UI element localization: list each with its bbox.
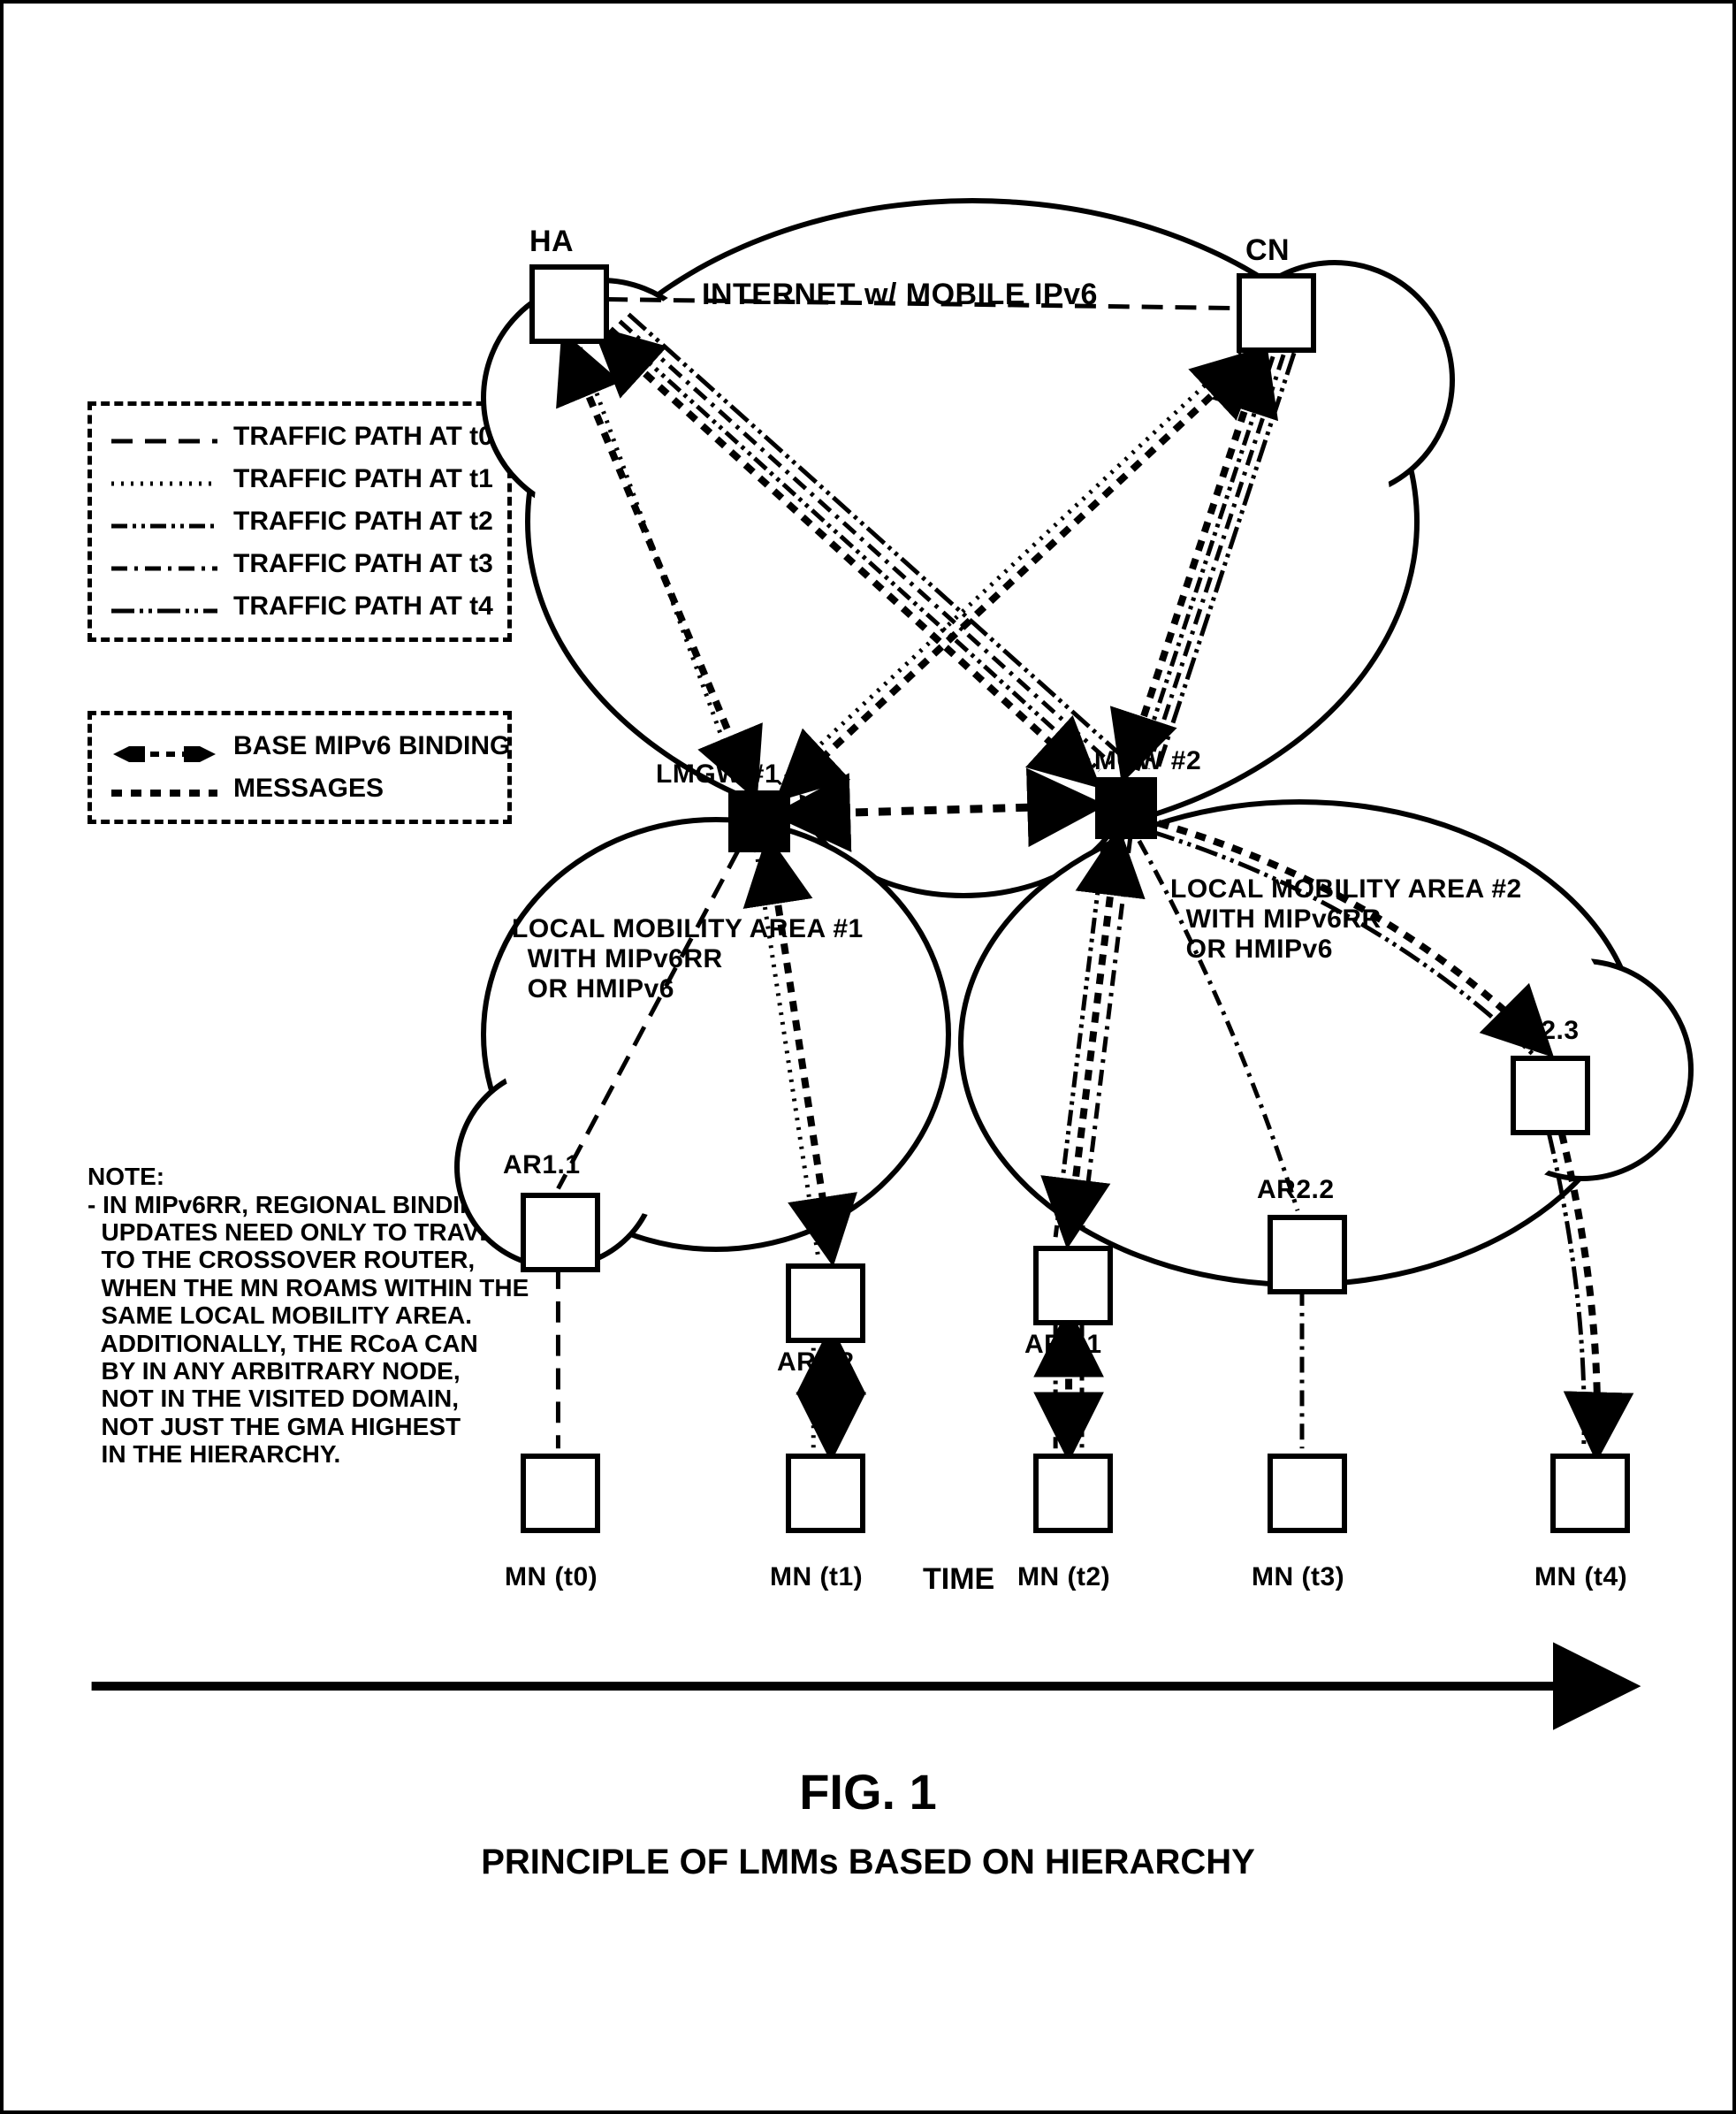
node-ar11	[521, 1193, 600, 1272]
node-mn-t0	[521, 1454, 600, 1533]
node-ar23	[1511, 1056, 1590, 1135]
legend-text-t4: TRAFFIC PATH AT t4	[233, 591, 493, 622]
node-mn-t3	[1268, 1454, 1347, 1533]
legend-row-t0: TRAFFIC PATH AT t0	[111, 422, 488, 452]
label-mn-t1: MN (t1)	[770, 1562, 863, 1592]
legend-row-t4: TRAFFIC PATH AT t4	[111, 591, 488, 622]
node-ar21	[1033, 1246, 1113, 1325]
label-mn-t4: MN (t4)	[1534, 1562, 1627, 1592]
node-ha	[529, 264, 609, 344]
label-cn: CN	[1245, 233, 1290, 268]
label-mn-t0: MN (t0)	[505, 1562, 598, 1592]
note-body: - IN MIPv6RR, REGIONAL BINDING UPDATES N…	[88, 1191, 529, 1468]
label-time: TIME	[923, 1562, 994, 1597]
legend-text-t3: TRAFFIC PATH AT t3	[233, 549, 493, 579]
label-ha: HA	[529, 225, 574, 259]
fig-caption: PRINCIPLE OF LMMs BASED ON HIERARCHY	[4, 1843, 1732, 1882]
figure-page: TRAFFIC PATH AT t0 TRAFFIC PATH AT t1 TR…	[0, 0, 1736, 2114]
node-lmgw2	[1095, 777, 1157, 839]
legend-row-t1: TRAFFIC PATH AT t1	[111, 464, 488, 494]
note-title: NOTE:	[88, 1163, 164, 1190]
fig-label: FIG. 1	[4, 1763, 1732, 1820]
label-ar21: AR2.1	[1024, 1330, 1102, 1360]
label-area1: LOCAL MOBILITY AREA #1 WITH MIPv6RR OR H…	[512, 914, 864, 1004]
label-lmgw2: LMGW #2	[1077, 746, 1201, 776]
label-mn-t3: MN (t3)	[1252, 1562, 1344, 1592]
label-ar12: AR1.2	[777, 1347, 855, 1378]
legend-row-messages: MESSAGES	[111, 774, 488, 804]
label-mn-t2: MN (t2)	[1017, 1562, 1110, 1592]
label-lmgw1: LMGW #1	[656, 759, 780, 790]
legend-text-t2: TRAFFIC PATH AT t2	[233, 507, 493, 537]
legend-row-t3: TRAFFIC PATH AT t3	[111, 549, 488, 579]
legend-text-t1: TRAFFIC PATH AT t1	[233, 464, 493, 494]
legend-traffic-paths: TRAFFIC PATH AT t0 TRAFFIC PATH AT t1 TR…	[88, 401, 512, 642]
node-mn-t1	[786, 1454, 865, 1533]
label-ar23: AR2.3	[1502, 1016, 1580, 1046]
node-ar22	[1268, 1215, 1347, 1294]
legend-bindings: BASE MIPv6 BINDING MESSAGES	[88, 711, 512, 824]
node-cn	[1237, 273, 1316, 353]
label-ar11: AR1.1	[503, 1150, 581, 1180]
label-area2: LOCAL MOBILITY AREA #2 WITH MIPv6RR OR H…	[1170, 874, 1522, 965]
node-mn-t2	[1033, 1454, 1113, 1533]
node-mn-t4	[1550, 1454, 1630, 1533]
label-internet: INTERNET w/ MOBILE IPv6	[702, 278, 1098, 312]
legend-row-t2: TRAFFIC PATH AT t2	[111, 507, 488, 537]
legend-text-messages: MESSAGES	[233, 774, 384, 804]
node-lmgw1	[728, 790, 790, 852]
label-ar22: AR2.2	[1257, 1175, 1335, 1205]
node-ar12	[786, 1263, 865, 1343]
legend-text-t0: TRAFFIC PATH AT t0	[233, 422, 493, 452]
legend-row-binding: BASE MIPv6 BINDING	[111, 731, 488, 761]
legend-text-binding: BASE MIPv6 BINDING	[233, 731, 510, 761]
